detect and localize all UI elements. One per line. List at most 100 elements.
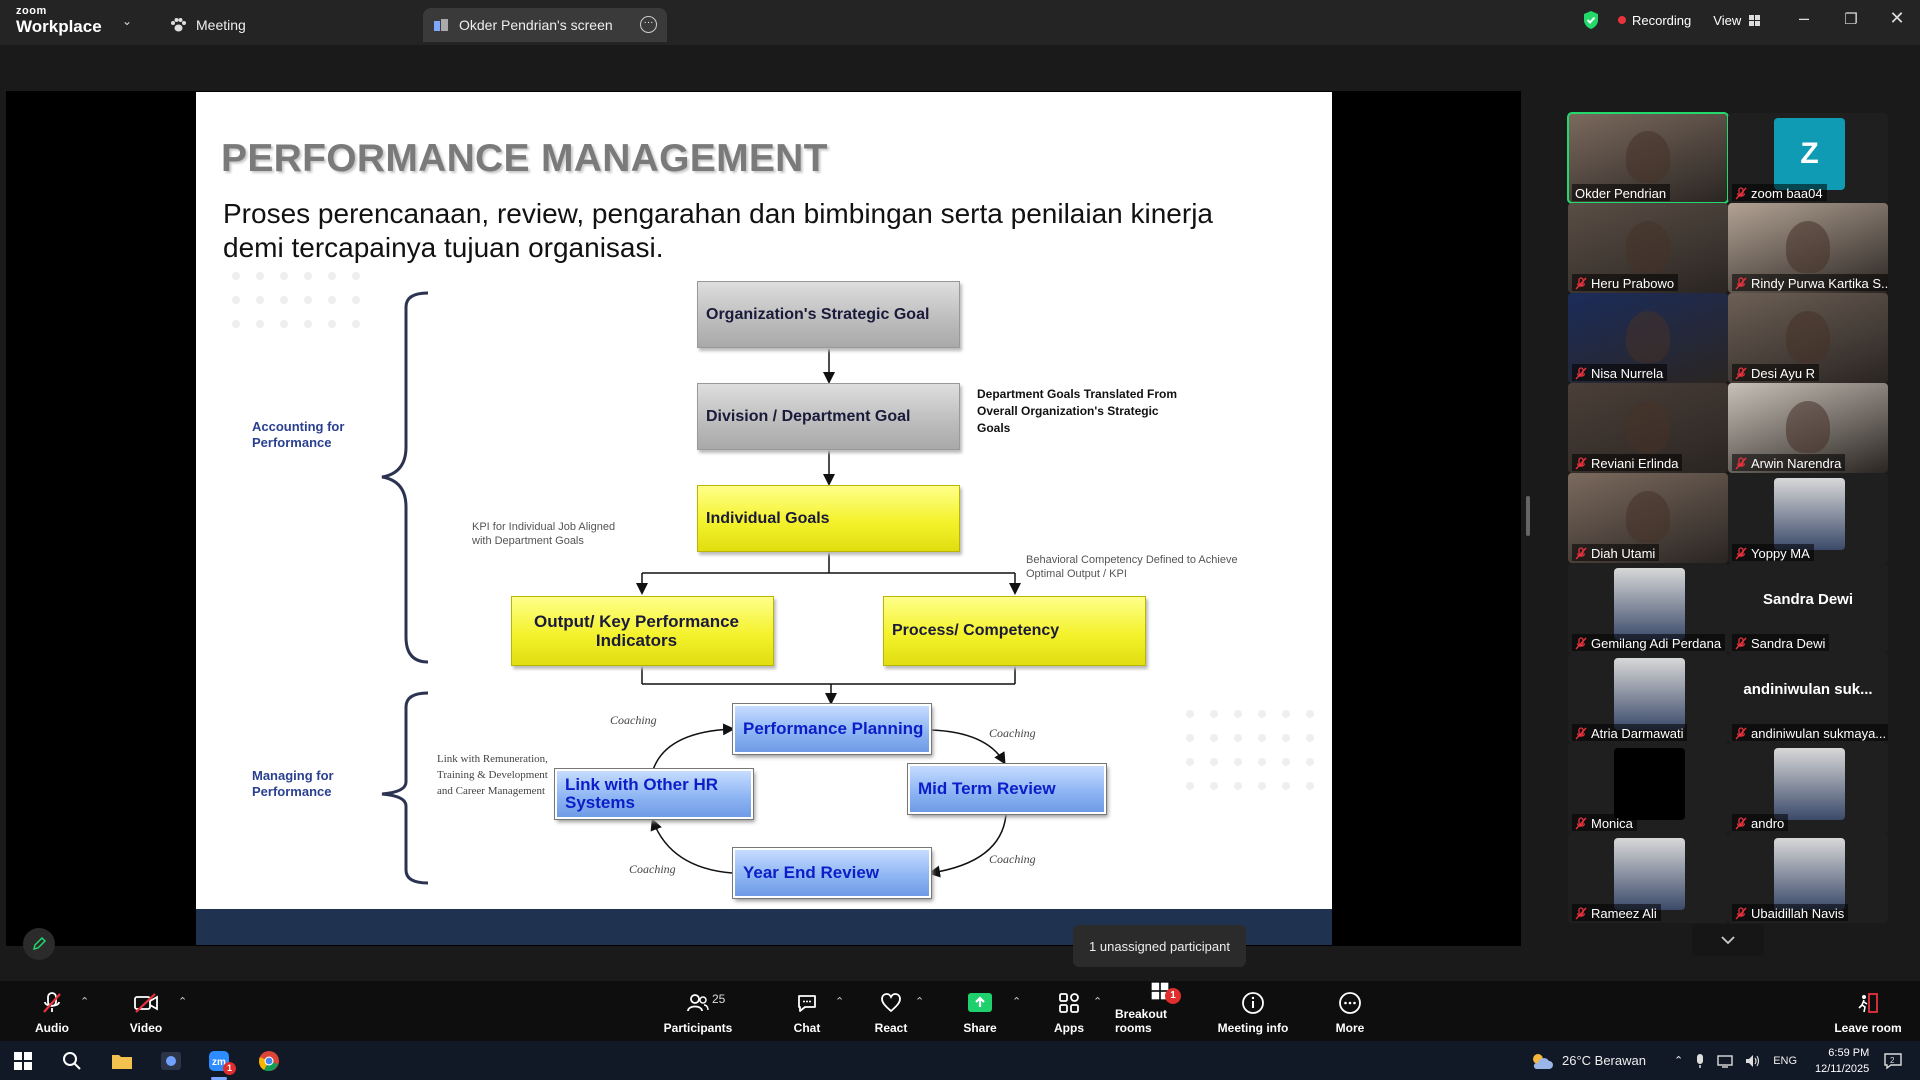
close-icon[interactable]: ✕ <box>1882 8 1912 29</box>
brand-top: zoom <box>16 5 47 17</box>
participant-name-label: Diah Utami <box>1572 544 1660 561</box>
participant-name-text: Monica <box>1591 815 1633 831</box>
participant-video-silhouette <box>1626 131 1670 183</box>
participant-tile[interactable]: Sandra Dewi Sandra Dewi <box>1728 563 1888 653</box>
video-button[interactable]: Video <box>124 981 168 1041</box>
search-icon[interactable] <box>54 1046 90 1076</box>
notification-center-icon[interactable]: 2 <box>1875 1046 1911 1076</box>
weather-widget[interactable]: 26°C Berawan <box>1529 1041 1646 1080</box>
participant-name-text: Gemilang Adi Perdana <box>1591 635 1722 651</box>
view-button[interactable]: View <box>1713 13 1761 28</box>
participant-tile[interactable]: Heru Prabowo <box>1568 203 1728 293</box>
annotate-button[interactable] <box>23 928 55 960</box>
chat-options-caret-icon[interactable]: ⌃ <box>835 995 844 1008</box>
muted-mic-icon <box>1575 636 1587 649</box>
react-button[interactable]: React <box>869 981 913 1041</box>
avatar <box>1774 478 1845 550</box>
chrome-icon[interactable] <box>251 1046 287 1076</box>
leave-room-button[interactable]: Leave room <box>1834 981 1902 1041</box>
breakout-rooms-button[interactable]: Breakout rooms <box>1115 981 1205 1041</box>
react-options-caret-icon[interactable]: ⌃ <box>915 995 924 1008</box>
label-managing: Managing for Performance <box>252 768 334 799</box>
participants-button[interactable]: Participants <box>664 981 732 1041</box>
avatar <box>1774 838 1845 910</box>
participant-name-text: Heru Prabowo <box>1591 275 1675 291</box>
participant-tile[interactable]: Yoppy MA <box>1728 473 1888 563</box>
video-options-caret-icon[interactable]: ⌃ <box>178 995 187 1008</box>
participant-name-label: Heru Prabowo <box>1572 274 1679 291</box>
audio-button[interactable]: Audio <box>30 981 74 1041</box>
gallery-scroll-down-button[interactable] <box>1692 924 1764 956</box>
weather-text: 26°C Berawan <box>1562 1053 1646 1068</box>
video-off-icon <box>134 993 158 1013</box>
weather-cloud-icon <box>1533 1053 1553 1069</box>
recording-label[interactable]: Recording <box>1632 13 1691 28</box>
language-indicator[interactable]: ENG <box>1773 1055 1797 1067</box>
chevron-up-icon[interactable]: ⌃ <box>1674 1054 1683 1067</box>
participant-tile[interactable]: Zzoom baa04 <box>1728 113 1888 203</box>
audio-options-caret-icon[interactable]: ⌃ <box>80 995 89 1008</box>
participant-name-text: Diah Utami <box>1591 545 1656 561</box>
camera-app-icon[interactable] <box>153 1046 189 1076</box>
box-process-competency: Process/ Competency <box>883 596 1146 666</box>
zoom-taskbar-icon[interactable]: zm 1 <box>201 1046 237 1080</box>
panel-resize-handle[interactable] <box>1526 496 1530 536</box>
muted-mic-icon <box>1735 366 1747 379</box>
participant-name-text: Rameez Ali <box>1591 905 1657 921</box>
chevron-down-icon[interactable]: ⌄ <box>122 14 132 28</box>
network-icon[interactable] <box>1717 1054 1733 1068</box>
box-individual-goals: Individual Goals <box>697 485 960 552</box>
minimize-icon[interactable]: – <box>1789 8 1819 29</box>
windows-start-icon[interactable] <box>5 1046 41 1076</box>
participant-name-text: Yoppy MA <box>1751 545 1810 561</box>
box-year-end-review: Year End Review <box>732 847 932 899</box>
clock-date: 12/11/2025 <box>1815 1063 1870 1075</box>
react-label: React <box>874 1021 908 1035</box>
participant-tile[interactable]: Diah Utami <box>1568 473 1728 563</box>
participant-tile[interactable]: andiniwulan suk... andiniwulan sukmaya... <box>1728 653 1888 743</box>
participant-tile[interactable]: Arwin Narendra <box>1728 383 1888 473</box>
breakout-tooltip: 1 unassigned participant <box>1073 925 1246 967</box>
chat-button[interactable]: Chat <box>785 981 829 1041</box>
participant-tile[interactable]: Ubaidillah Navis <box>1728 833 1888 923</box>
participant-video-silhouette <box>1626 221 1670 273</box>
participant-name-label: zoom baa04 <box>1732 184 1827 201</box>
note-link-remuneration: Link with Remuneration, Training & Devel… <box>437 753 548 797</box>
clock-time: 6:59 PM <box>1828 1047 1870 1059</box>
microphone-icon[interactable] <box>1695 1053 1705 1069</box>
participant-name-label: Rameez Ali <box>1572 904 1661 921</box>
file-explorer-icon[interactable] <box>104 1046 140 1076</box>
muted-mic-icon <box>1735 546 1747 559</box>
participant-tile[interactable]: andro <box>1728 743 1888 833</box>
participant-tile[interactable]: Rindy Purwa Kartika S... <box>1728 203 1888 293</box>
maximize-icon[interactable]: ❐ <box>1836 10 1866 28</box>
participant-tile[interactable]: Monica <box>1568 743 1728 833</box>
participant-name-text: zoom baa04 <box>1751 185 1823 201</box>
more-options-icon[interactable]: ··· <box>640 16 657 33</box>
apps-options-caret-icon[interactable]: ⌃ <box>1093 995 1102 1008</box>
participant-tile[interactable]: Reviani Erlinda <box>1568 383 1728 473</box>
meeting-info-button[interactable]: Meeting info <box>1217 981 1289 1041</box>
share-button[interactable]: Share <box>958 981 1002 1041</box>
participant-tile[interactable]: Gemilang Adi Perdana <box>1568 563 1728 653</box>
tab-meeting[interactable]: Meeting <box>170 8 246 42</box>
video-label: Video <box>129 1021 163 1035</box>
clock[interactable]: 6:59 PM 12/11/2025 <box>1815 1045 1869 1077</box>
muted-mic-icon <box>1735 276 1747 289</box>
apps-icon <box>1059 993 1079 1013</box>
volume-icon[interactable] <box>1745 1054 1761 1068</box>
share-label: Share <box>963 1021 997 1035</box>
apps-button[interactable]: Apps <box>1047 981 1091 1041</box>
more-button[interactable]: More <box>1328 981 1372 1041</box>
security-shield-icon[interactable] <box>1582 10 1600 30</box>
participant-tile[interactable]: Atria Darmawati <box>1568 653 1728 743</box>
participant-tile[interactable]: Rameez Ali <box>1568 833 1728 923</box>
participant-tile[interactable]: Nisa Nurrela <box>1568 293 1728 383</box>
tab-shared-screen[interactable]: Okder Pendrian's screen ··· <box>423 8 667 42</box>
participant-tile[interactable]: Desi Ayu R <box>1728 293 1888 383</box>
muted-mic-icon <box>1735 456 1747 469</box>
participant-tile[interactable]: Okder Pendrian <box>1567 112 1729 204</box>
share-options-caret-icon[interactable]: ⌃ <box>1012 995 1021 1008</box>
participant-name-text: Ubaidillah Navis <box>1751 905 1845 921</box>
participant-name-label: Desi Ayu R <box>1732 364 1820 381</box>
